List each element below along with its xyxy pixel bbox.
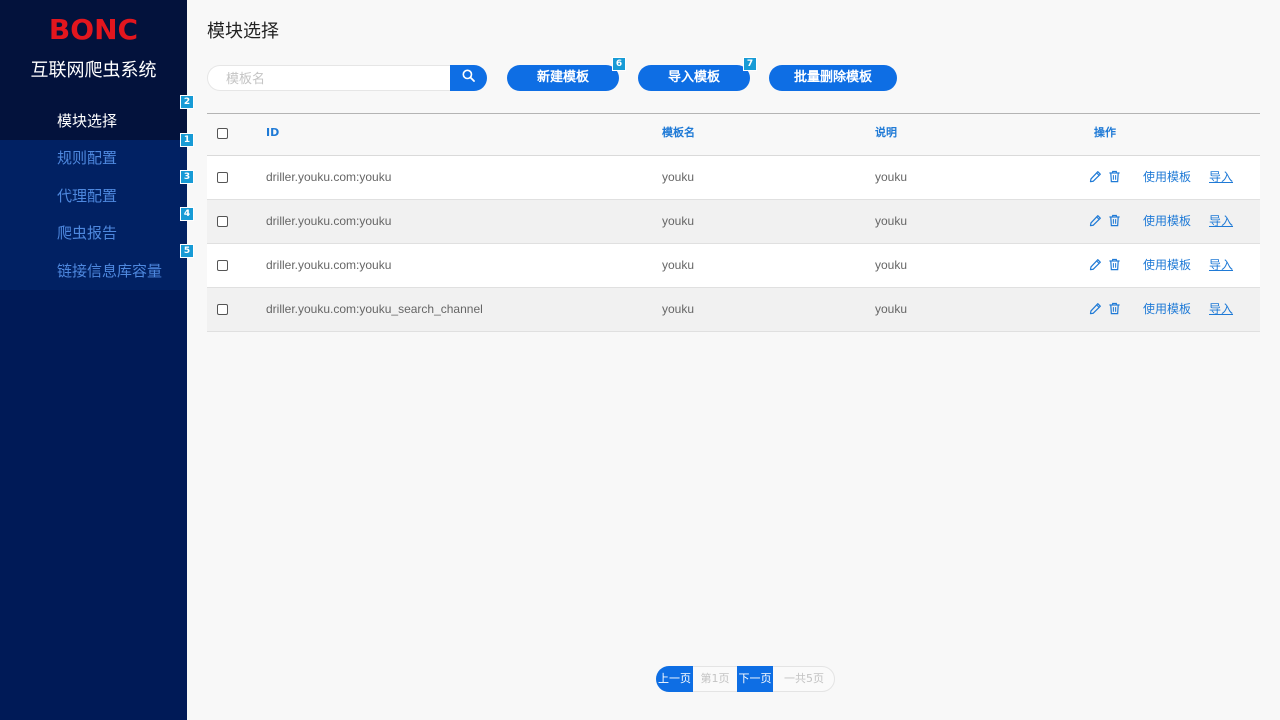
cell-id: driller.youku.com:youku: [266, 214, 392, 228]
cell-name: youku: [662, 258, 695, 272]
cell-name: youku: [662, 170, 695, 184]
brand-logo: BONC: [48, 13, 139, 46]
import-link[interactable]: 导入: [1209, 156, 1233, 198]
use-template-link[interactable]: 使用模板: [1143, 288, 1191, 330]
cell-id: driller.youku.com:youku_search_channel: [266, 302, 483, 316]
sidebar-item-label: 规则配置: [57, 149, 118, 168]
app-title: 互联网爬虫系统: [30, 60, 157, 81]
search-icon: [462, 69, 475, 87]
pencil-icon[interactable]: [1089, 258, 1102, 271]
search-input[interactable]: [207, 65, 450, 91]
page-title: 模块选择: [207, 21, 279, 42]
pencil-icon[interactable]: [1089, 170, 1102, 183]
batch-delete-button[interactable]: 批量删除模板: [769, 65, 897, 91]
row-checkbox[interactable]: [217, 172, 228, 183]
column-header-actions: 操作: [1094, 126, 1116, 139]
marker-badge: 3: [180, 170, 194, 184]
sidebar-menu: 模块选择 规则配置 代理配置 爬虫报告 链接信息库容量: [0, 103, 187, 290]
trash-icon[interactable]: [1108, 170, 1121, 183]
trash-icon[interactable]: [1108, 214, 1121, 227]
cell-description: youku: [875, 258, 908, 272]
pagination: 上一页 第1页 下一页 一共5页: [656, 666, 835, 692]
pencil-icon[interactable]: [1089, 214, 1102, 227]
sidebar-item-label: 代理配置: [57, 186, 118, 205]
use-template-link[interactable]: 使用模板: [1143, 200, 1191, 242]
table-row: driller.youku.com:youku youku youku 使用模板…: [207, 200, 1260, 244]
current-page-indicator: 第1页: [700, 672, 730, 685]
table-row: driller.youku.com:youku_search_channel y…: [207, 288, 1260, 332]
table-row: driller.youku.com:youku youku youku 使用模板…: [207, 156, 1260, 200]
total-pages-indicator: 一共5页: [784, 672, 824, 685]
select-all-checkbox[interactable]: [217, 128, 228, 139]
import-template-button[interactable]: 导入模板: [638, 65, 750, 91]
pencil-icon[interactable]: [1089, 302, 1102, 315]
sidebar-item-link-db-capacity[interactable]: 链接信息库容量: [0, 252, 187, 290]
cell-id: driller.youku.com:youku: [266, 258, 392, 272]
marker-badge: 7: [743, 57, 757, 71]
table-row: driller.youku.com:youku youku youku 使用模板…: [207, 244, 1260, 288]
cell-description: youku: [875, 170, 908, 184]
sidebar-item-module-select[interactable]: 模块选择: [0, 103, 187, 141]
row-checkbox[interactable]: [217, 216, 228, 227]
column-header-description: 说明: [875, 126, 897, 139]
table-header: ID 模板名 说明 操作: [207, 113, 1260, 156]
import-link[interactable]: 导入: [1209, 288, 1233, 330]
cell-name: youku: [662, 302, 695, 316]
row-checkbox[interactable]: [217, 304, 228, 315]
next-page-button[interactable]: 下一页: [737, 666, 773, 692]
marker-badge: 4: [180, 207, 194, 221]
marker-badge: 5: [180, 244, 194, 258]
use-template-link[interactable]: 使用模板: [1143, 156, 1191, 198]
trash-icon[interactable]: [1108, 258, 1121, 271]
sidebar-item-proxy-config[interactable]: 代理配置: [0, 177, 187, 216]
import-link[interactable]: 导入: [1209, 244, 1233, 286]
sidebar-item-label: 模块选择: [57, 112, 118, 130]
import-link[interactable]: 导入: [1209, 200, 1233, 242]
sidebar-item-crawler-report[interactable]: 爬虫报告: [0, 215, 187, 253]
trash-icon[interactable]: [1108, 302, 1121, 315]
cell-description: youku: [875, 214, 908, 228]
sidebar-item-rule-config[interactable]: 规则配置: [0, 140, 187, 178]
new-template-button[interactable]: 新建模板: [507, 65, 619, 91]
sidebar-header: BONC 互联网爬虫系统: [0, 0, 187, 103]
column-header-name: 模板名: [662, 126, 695, 139]
row-checkbox[interactable]: [217, 260, 228, 271]
template-table: ID 模板名 说明 操作 driller.youku.com:youku you…: [207, 113, 1260, 332]
cell-name: youku: [662, 214, 695, 228]
sidebar: BONC 互联网爬虫系统 模块选择 规则配置 代理配置 爬虫报告 链接信息库容量: [0, 0, 187, 720]
marker-badge: 1: [180, 133, 194, 147]
search-button[interactable]: [450, 65, 487, 91]
cell-description: youku: [875, 302, 908, 316]
marker-badge: 6: [612, 57, 626, 71]
column-header-id: ID: [266, 126, 280, 139]
cell-id: driller.youku.com:youku: [266, 170, 392, 184]
prev-page-button[interactable]: 上一页: [656, 666, 693, 692]
use-template-link[interactable]: 使用模板: [1143, 244, 1191, 286]
marker-badge: 2: [180, 95, 194, 109]
sidebar-item-label: 爬虫报告: [57, 224, 118, 243]
sidebar-item-label: 链接信息库容量: [57, 261, 163, 280]
